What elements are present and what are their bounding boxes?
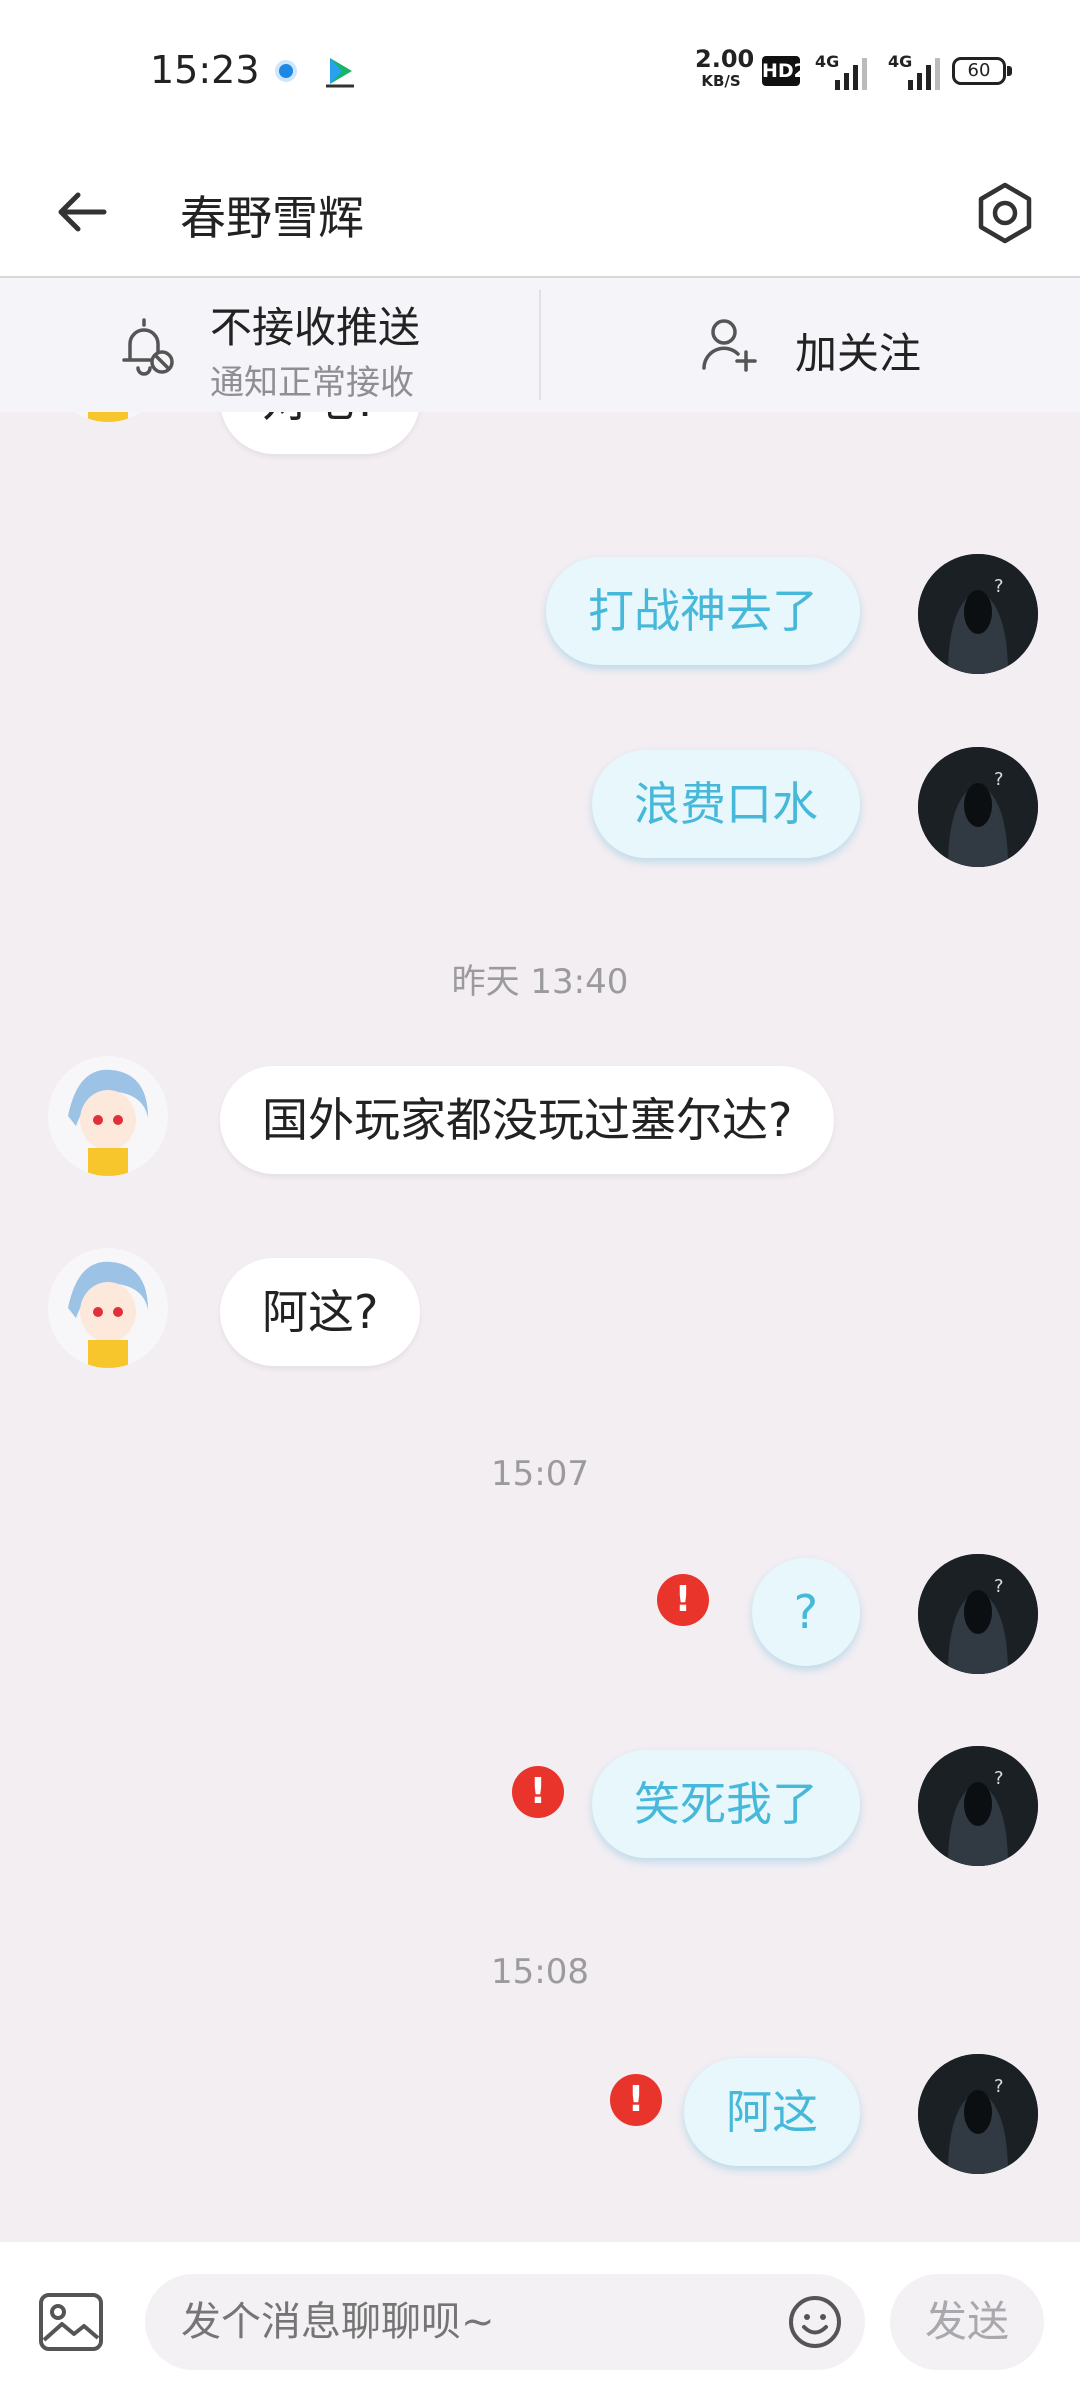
send-failed-icon[interactable]: ! <box>657 1574 709 1626</box>
send-button[interactable]: 发送 <box>890 2274 1044 2370</box>
signal-bars-icon <box>908 58 940 90</box>
bell-muted-icon <box>122 318 174 376</box>
timestamp: 15:08 <box>491 1952 589 1992</box>
add-user-icon <box>702 319 757 372</box>
push-setting-button[interactable]: 不接收推送 通知正常接收 <box>0 278 538 412</box>
message-input-box[interactable] <box>145 2274 865 2370</box>
net-speed-unit: KB/S <box>701 72 741 90</box>
svg-text:?: ? <box>994 1576 1004 1597</box>
send-failed-icon[interactable]: ! <box>512 1766 564 1818</box>
my-avatar[interactable]: ? <box>918 2054 1038 2174</box>
message-bubble[interactable]: 国外玩家都没玩过塞尔达? <box>220 1066 835 1174</box>
message-text: 国外玩家都没玩过塞尔达? <box>262 1093 793 1147</box>
chat-header: 春野雪辉 <box>0 140 1080 278</box>
send-failed-icon[interactable]: ! <box>610 2074 662 2126</box>
contact-avatar[interactable] <box>48 1056 168 1176</box>
message-text: 对吧? <box>262 412 378 427</box>
image-icon[interactable] <box>38 2292 104 2352</box>
my-avatar[interactable]: ? <box>918 554 1038 674</box>
net-speed: 2.00 KB/S <box>695 45 755 92</box>
signal-bars-icon <box>835 58 867 90</box>
settings-icon[interactable] <box>972 180 1038 246</box>
contact-avatar[interactable] <box>48 1248 168 1368</box>
message-bubble[interactable]: 阿这? <box>220 1258 421 1366</box>
message-bubble[interactable]: 阿这 <box>684 2058 860 2166</box>
status-time: 15:23 <box>150 48 260 92</box>
message-bubble[interactable]: 对吧? <box>220 412 421 454</box>
message-bubble[interactable]: 打战神去了 <box>546 557 860 665</box>
timestamp: 15:07 <box>491 1454 589 1494</box>
push-setting-label: 不接收推送 <box>210 303 421 352</box>
status-bar: 15:23 2.00 KB/S HD2 4G 4G 60 <box>0 0 1080 140</box>
svg-text:?: ? <box>994 1768 1004 1789</box>
message-text: 打战神去了 <box>588 584 818 638</box>
message-text: 浪费口水 <box>634 777 818 831</box>
input-bar: 发送 <box>0 2242 1080 2400</box>
message-bubble[interactable]: 笑死我了 <box>592 1750 860 1858</box>
message-input[interactable] <box>181 2274 741 2370</box>
my-avatar[interactable]: ? <box>918 1746 1038 1866</box>
timestamp: 昨天 13:40 <box>451 962 629 1002</box>
page-title: 春野雪辉 <box>180 191 364 245</box>
notify-bar: 不接收推送 通知正常接收 加关注 <box>0 278 1080 412</box>
contact-avatar[interactable] <box>48 412 168 422</box>
net-speed-value: 2.00 <box>695 45 755 73</box>
svg-text:?: ? <box>994 2076 1004 2097</box>
message-text: ? <box>793 1585 818 1639</box>
message-text: 阿这? <box>262 1285 379 1339</box>
message-text: 阿这 <box>726 2085 818 2139</box>
svg-text:?: ? <box>994 576 1004 597</box>
my-avatar[interactable]: ? <box>918 1554 1038 1674</box>
follow-label: 加关注 <box>795 329 922 378</box>
svg-text:?: ? <box>994 769 1004 790</box>
hd-badge: HD2 <box>762 56 807 86</box>
battery-icon: 60 <box>952 57 1012 85</box>
message-text: 笑死我了 <box>634 1777 818 1831</box>
message-bubble[interactable]: 浪费口水 <box>592 750 860 858</box>
emoji-icon[interactable] <box>787 2294 843 2350</box>
my-avatar[interactable]: ? <box>918 747 1038 867</box>
push-setting-sub: 通知正常接收 <box>210 363 414 403</box>
video-app-icon <box>326 58 354 88</box>
back-arrow-icon[interactable] <box>52 182 112 242</box>
message-bubble[interactable]: ? <box>751 1558 860 1666</box>
notification-dot-icon <box>275 60 297 82</box>
chat-messages[interactable]: 对吧? 打战神去了 ? 浪费口水 ? 昨天 13:40 <box>0 412 1080 2242</box>
follow-button[interactable]: 加关注 <box>541 278 1080 412</box>
